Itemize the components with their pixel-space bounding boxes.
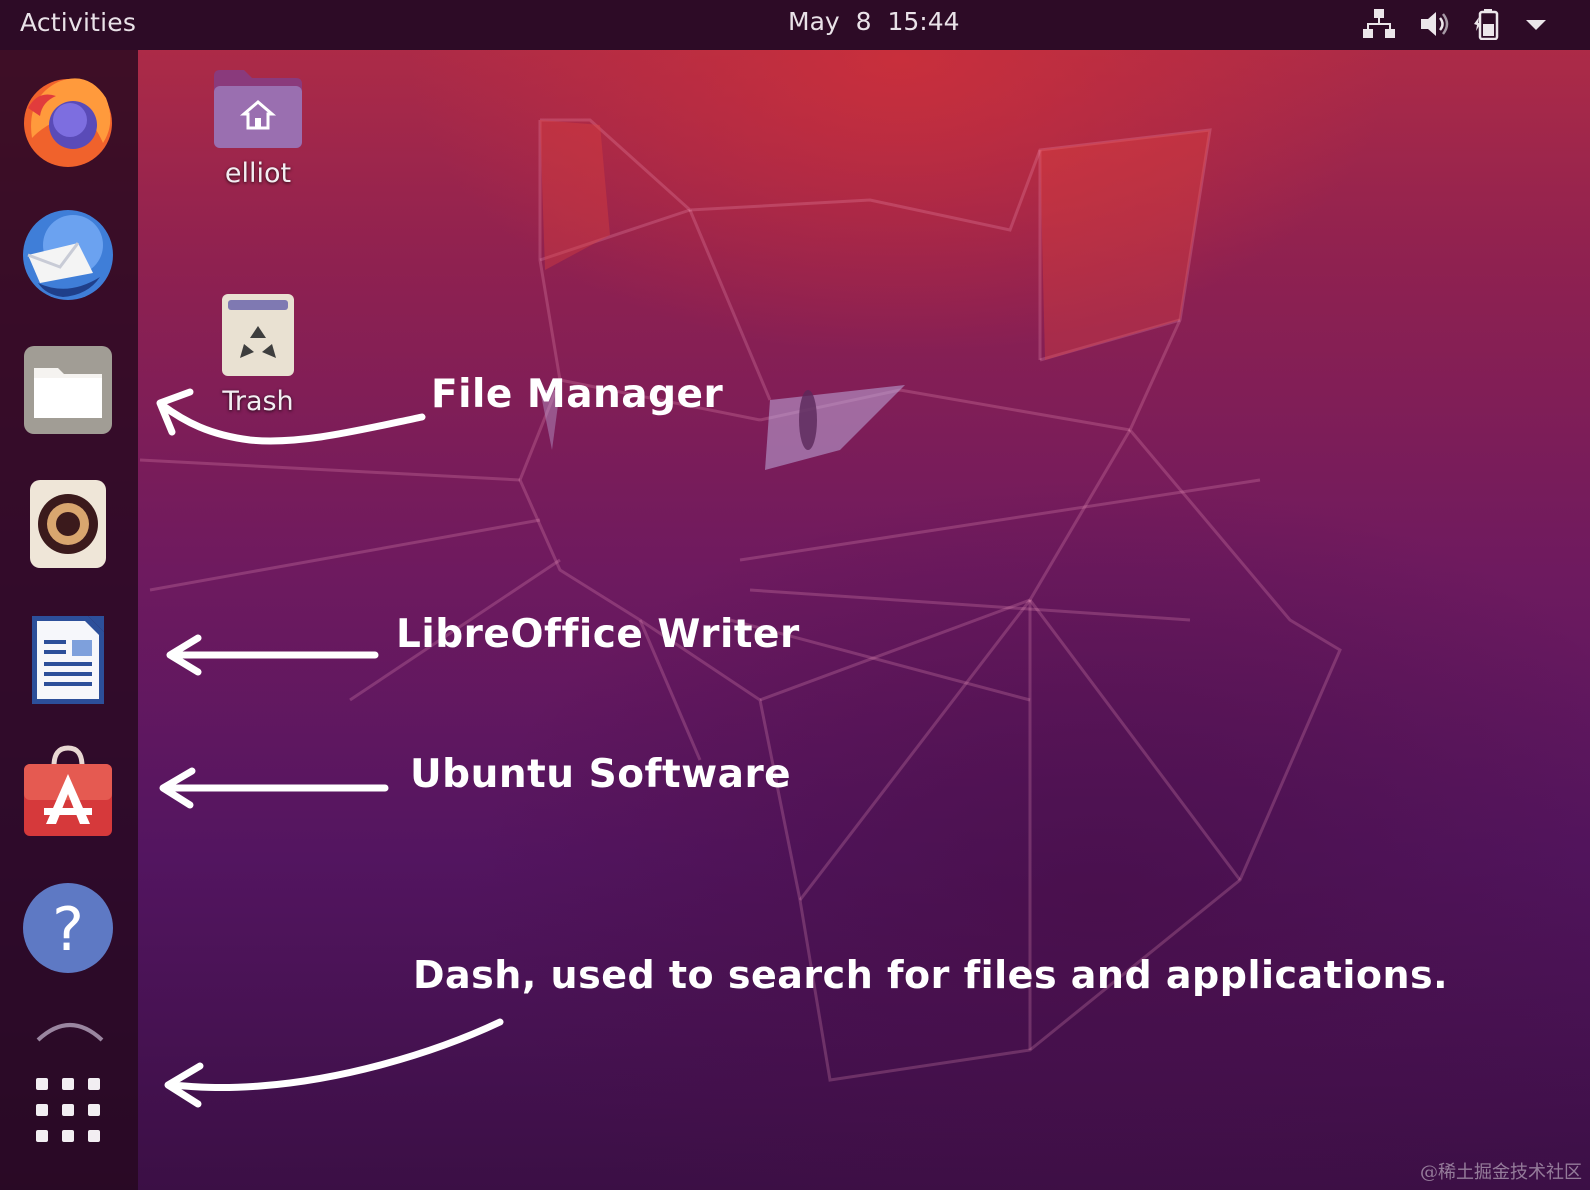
desktop-icon-trash[interactable]: Trash xyxy=(193,292,323,417)
desktop-icon-label: Trash xyxy=(222,386,294,417)
writer-icon xyxy=(32,616,104,704)
trash-icon xyxy=(222,294,294,376)
show-applications-button[interactable] xyxy=(18,1060,118,1160)
dock-item-help[interactable]: ? xyxy=(18,878,118,978)
activities-button[interactable]: Activities xyxy=(20,8,136,37)
rhythmbox-icon xyxy=(30,480,106,568)
desktop-icon-home[interactable]: elliot xyxy=(193,66,323,189)
thunderbird-icon xyxy=(23,210,113,300)
watermark: @稀土掘金技术社区 xyxy=(1420,1162,1582,1183)
annotation-file-manager: File Manager xyxy=(431,372,724,417)
dock-item-thunderbird[interactable] xyxy=(18,205,118,305)
annotation-ubuntu-software: Ubuntu Software xyxy=(410,752,792,797)
clock-menu[interactable]: May 8 15:44 xyxy=(788,7,960,36)
dock-item-files[interactable] xyxy=(18,340,118,440)
svg-text:?: ? xyxy=(52,895,84,965)
dock-item-firefox[interactable] xyxy=(18,68,118,168)
grid-icon xyxy=(36,1078,100,1142)
scroll-indicator-icon xyxy=(36,1023,104,1042)
volume-icon[interactable] xyxy=(1418,8,1452,40)
dock-item-ubuntu-software[interactable] xyxy=(18,742,118,842)
network-icon[interactable] xyxy=(1362,8,1396,40)
battery-icon[interactable] xyxy=(1472,8,1506,40)
annotation-dash: Dash, used to search for files and appli… xyxy=(413,953,1449,997)
top-bar: Activities May 8 15:44 xyxy=(0,0,1590,50)
dock-item-libreoffice-writer[interactable] xyxy=(18,610,118,710)
home-folder-icon xyxy=(214,70,302,148)
software-icon xyxy=(24,745,112,836)
dock-item-rhythmbox[interactable] xyxy=(18,474,118,574)
firefox-icon xyxy=(24,78,112,167)
dock: ? xyxy=(0,50,138,1190)
help-icon: ? xyxy=(23,883,113,973)
desktop-icon-label: elliot xyxy=(224,158,292,189)
files-icon xyxy=(24,346,112,434)
system-menu-icon[interactable] xyxy=(1520,8,1554,40)
annotation-libreoffice-writer: LibreOffice Writer xyxy=(396,612,800,657)
